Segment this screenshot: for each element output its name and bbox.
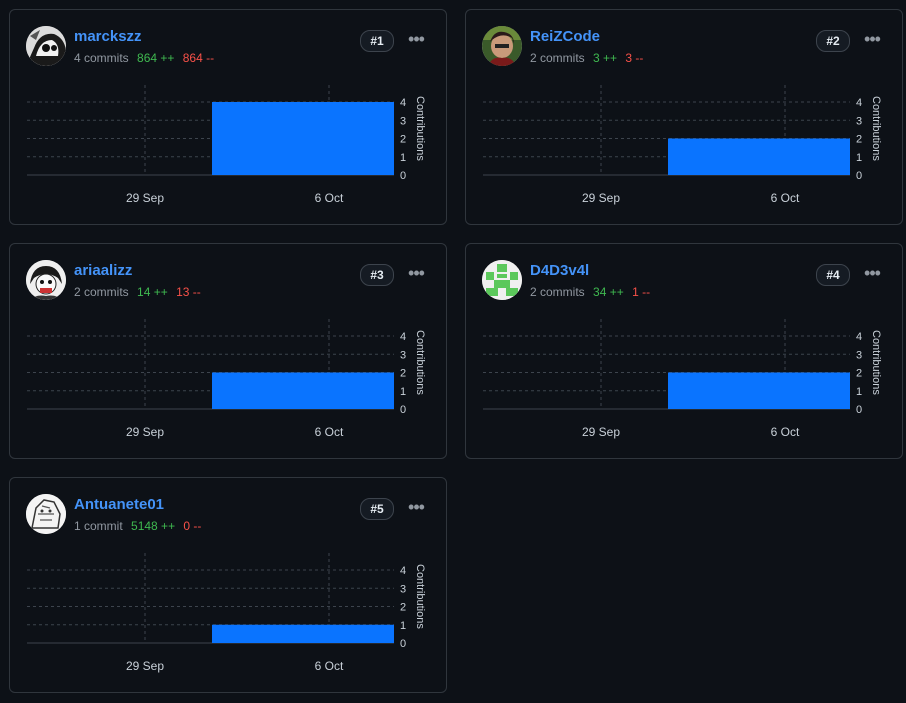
x-tick-label: 6 Oct — [315, 659, 344, 673]
y-axis-label: Contributions — [870, 96, 882, 161]
contributions-chart: 0 1 2 3 4 29 Sep 6 Oct Contributions — [483, 319, 882, 439]
y-tick-label: 3 — [856, 349, 862, 361]
contributions-chart: 0 1 2 3 4 29 Sep 6 Oct Contributions — [27, 319, 426, 439]
contributor-card: Antuanete01 1 commit 5148 ++ 0 -- #5 •••… — [9, 477, 447, 693]
y-tick-label: 3 — [400, 115, 406, 127]
y-tick-label: 1 — [856, 152, 862, 164]
y-tick-label: 1 — [400, 386, 406, 398]
y-tick-label: 4 — [856, 97, 862, 109]
x-tick-label: 29 Sep — [126, 425, 164, 439]
contributor-card: ariaalizz 2 commits 14 ++ 13 -- #3 ••• 0… — [9, 243, 447, 459]
bar — [212, 372, 394, 409]
x-tick-label: 29 Sep — [126, 191, 164, 205]
contributions-chart: 0 1 2 3 4 29 Sep 6 Oct Contributions — [27, 553, 426, 673]
y-axis-label: Contributions — [870, 330, 882, 395]
y-tick-label: 4 — [400, 97, 406, 109]
y-axis-label: Contributions — [414, 96, 426, 161]
y-tick-label: 4 — [400, 331, 406, 343]
y-tick-label: 2 — [400, 368, 406, 380]
y-tick-label: 0 — [400, 404, 406, 416]
y-tick-label: 0 — [856, 404, 862, 416]
y-tick-label: 2 — [400, 134, 406, 146]
bar — [668, 372, 850, 409]
x-tick-label: 6 Oct — [771, 425, 800, 439]
y-tick-label: 2 — [400, 602, 406, 614]
contributions-chart: 0 1 2 3 4 29 Sep 6 Oct Contributions — [483, 85, 882, 205]
x-tick-label: 6 Oct — [315, 425, 344, 439]
y-tick-label: 3 — [400, 583, 406, 595]
y-tick-label: 3 — [400, 349, 406, 361]
y-tick-label: 1 — [856, 386, 862, 398]
x-tick-label: 29 Sep — [126, 659, 164, 673]
y-tick-label: 2 — [856, 368, 862, 380]
contributor-card: ReiZCode 2 commits 3 ++ 3 -- #2 ••• 0123… — [465, 9, 903, 225]
y-tick-label: 1 — [400, 152, 406, 164]
y-tick-label: 3 — [856, 115, 862, 127]
contributor-card: D4D3v4l 2 commits 34 ++ 1 -- #4 ••• 0123… — [465, 243, 903, 459]
x-tick-label: 29 Sep — [582, 425, 620, 439]
y-axis-label: Contributions — [414, 564, 426, 629]
y-tick-label: 1 — [400, 620, 406, 632]
x-tick-label: 6 Oct — [771, 191, 800, 205]
contributions-chart: 0 1 2 3 4 29 Sep 6 Oct Contributions — [27, 85, 426, 205]
y-tick-label: 4 — [856, 331, 862, 343]
bar — [668, 138, 850, 175]
y-axis-label: Contributions — [414, 330, 426, 395]
y-tick-label: 0 — [400, 170, 406, 182]
x-tick-label: 29 Sep — [582, 191, 620, 205]
contributor-card: marckszz 4 commits 864 ++ 864 -- #1 ••• … — [9, 9, 447, 225]
bar — [212, 624, 394, 643]
y-tick-label: 0 — [400, 638, 406, 650]
x-tick-label: 6 Oct — [315, 191, 344, 205]
y-tick-label: 0 — [856, 170, 862, 182]
bar — [212, 102, 394, 175]
y-tick-label: 2 — [856, 134, 862, 146]
y-tick-label: 4 — [400, 565, 406, 577]
